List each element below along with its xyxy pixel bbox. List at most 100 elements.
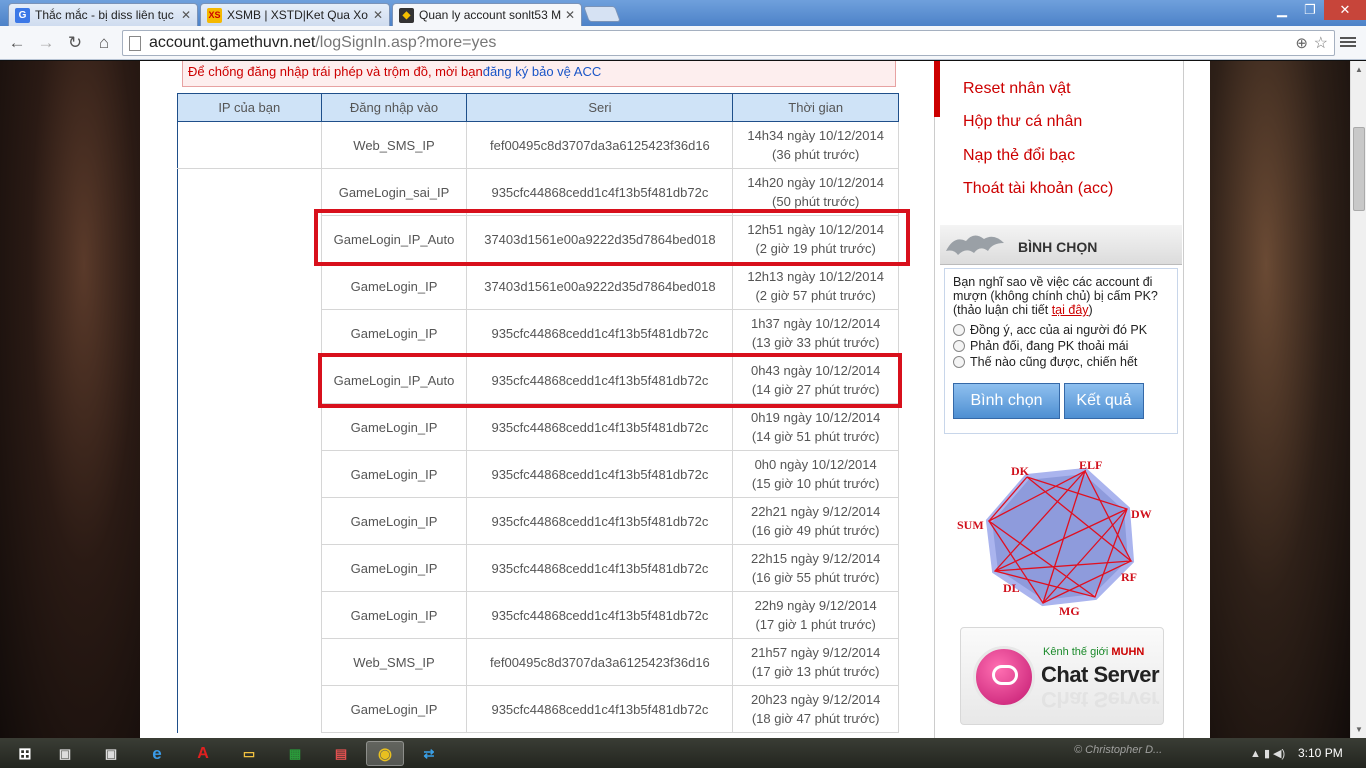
- cell-login-type: Web_SMS_IP: [320, 121, 467, 169]
- result-button[interactable]: Kết quả: [1064, 383, 1144, 419]
- scroll-up-icon[interactable]: ▲: [1355, 65, 1363, 74]
- system-tray-icons[interactable]: ▲ ▮ ◀): [1250, 747, 1285, 760]
- acrobat-icon[interactable]: A: [184, 741, 222, 766]
- class-label: DL: [1003, 581, 1020, 595]
- scroll-down-icon[interactable]: ▼: [1355, 725, 1363, 734]
- poll-option[interactable]: Phản đối, đang PK thoải mái: [953, 339, 1169, 353]
- address-bar[interactable]: account.gamethuvn.net/logSignIn.asp?more…: [122, 30, 1335, 56]
- cell-ip: [177, 215, 322, 263]
- chrome-menu-icon[interactable]: [1340, 35, 1356, 49]
- poll-discussion-link[interactable]: tại đây: [1052, 303, 1089, 317]
- sidebar-link-topup[interactable]: Nạp thẻ đổi bạc: [963, 147, 1075, 165]
- poll-option[interactable]: Thế nào cũng được, chiến hết: [953, 355, 1169, 369]
- cell-seri: 935cfc44868cedd1c4f13b5f481db72c: [466, 309, 733, 357]
- close-tab-icon[interactable]: ✕: [181, 8, 191, 22]
- internet-explorer-icon[interactable]: e: [138, 741, 176, 766]
- cell-login-type: GameLogin_IP: [320, 685, 467, 733]
- restore-icon[interactable]: ❐: [1296, 0, 1324, 20]
- task-view-icon[interactable]: ▣: [92, 741, 130, 766]
- file-explorer-icon[interactable]: ▭: [230, 741, 268, 766]
- login-time-ago: (16 giờ 55 phút trước): [751, 570, 880, 585]
- table-row: GameLogin_IP 935cfc44868cedd1c4f13b5f481d…: [177, 450, 899, 498]
- col-header-login: Đăng nhập vào: [320, 93, 468, 122]
- tab-title: Quan ly account sonlt53 M: [419, 8, 561, 22]
- tab-title: XSMB | XSTD|Ket Qua Xo S: [227, 8, 369, 22]
- page-scrollbar[interactable]: ▲ ▼: [1350, 61, 1366, 738]
- background-art-right: [1210, 61, 1350, 738]
- register-protection-link[interactable]: đăng ký bảo vệ ACC: [483, 64, 602, 79]
- login-time-ago: (14 giờ 51 phút trước): [751, 429, 880, 444]
- cell-time: 12h13 ngày 10/12/2014 (2 giờ 57 phút trướ…: [732, 262, 899, 310]
- login-time-ago: (36 phút trước): [772, 147, 860, 162]
- browser-tab-2[interactable]: XS XSMB | XSTD|Ket Qua Xo S ✕: [200, 3, 390, 26]
- cell-ip: [177, 168, 322, 216]
- login-time: 14h34 ngày 10/12/2014: [747, 128, 884, 143]
- reload-icon[interactable]: ↻: [64, 32, 86, 54]
- teamviewer-icon[interactable]: ⇄: [410, 741, 448, 766]
- xs-icon: XS: [207, 7, 222, 23]
- poll-question: Bạn nghĩ sao về việc các account đi mượn…: [953, 275, 1169, 317]
- chat-title: Chat Server: [1041, 662, 1160, 687]
- browser-tab-1[interactable]: G Thắc mắc - bị diss liên tục ✕: [8, 3, 198, 26]
- login-time-ago: (17 giờ 13 phút trước): [751, 664, 880, 679]
- cell-ip: [177, 121, 322, 169]
- cell-seri: 37403d1561e00a9222d35d7864bed018: [466, 262, 733, 310]
- browser-tab-3[interactable]: ◆ Quan ly account sonlt53 M ✕: [392, 3, 582, 26]
- calendar-app-icon[interactable]: ▤: [322, 741, 360, 766]
- minimize-icon[interactable]: ▁: [1268, 0, 1296, 20]
- login-time: 22h21 ngày 9/12/2014: [750, 504, 881, 519]
- cell-ip: [177, 591, 322, 639]
- sidebar-link-inbox[interactable]: Hộp thư cá nhân: [963, 113, 1082, 131]
- login-time-ago: (16 giờ 49 phút trước): [751, 523, 880, 538]
- vote-button[interactable]: Bình chọn: [953, 383, 1060, 419]
- login-time-ago: (15 giờ 10 phút trước): [751, 476, 880, 491]
- class-label: DK: [1011, 464, 1030, 478]
- desktop-switch-icon[interactable]: ▣: [46, 741, 84, 766]
- bookmark-star-icon[interactable]: ☆: [1314, 33, 1328, 53]
- notice-text: Để chống đăng nhập trái phép và trộm đồ,…: [188, 64, 483, 79]
- radio-button[interactable]: [953, 340, 965, 352]
- cell-seri: 935cfc44868cedd1c4f13b5f481db72c: [466, 544, 733, 592]
- sidebar-link-logout[interactable]: Thoát tài khoản (acc): [963, 180, 1113, 198]
- chat-server-banner[interactable]: Kênh thế giới MUHN Chat Server Chat Serv…: [960, 627, 1164, 725]
- cell-time: 22h9 ngày 9/12/2014 (17 giờ 1 phút trước): [732, 591, 899, 639]
- sidebar-accent-bar: [934, 61, 940, 117]
- table-row: GameLogin_IP 935cfc44868cedd1c4f13b5f481d…: [177, 685, 899, 733]
- login-time-ago: (13 giờ 33 phút trước): [751, 335, 880, 350]
- close-tab-icon[interactable]: ✕: [565, 8, 575, 22]
- login-time-ago: (17 giờ 1 phút trước): [755, 617, 876, 632]
- cell-seri: fef00495c8d3707da3a6125423f36d16: [466, 121, 733, 169]
- url-host: account.gamethuvn.net: [149, 34, 316, 51]
- taskbar-clock[interactable]: 3:10 PM: [1298, 746, 1343, 760]
- scrollbar-thumb[interactable]: [1353, 127, 1365, 211]
- close-tab-icon[interactable]: ✕: [373, 8, 383, 22]
- excel-icon[interactable]: ▦: [276, 741, 314, 766]
- cell-seri: 935cfc44868cedd1c4f13b5f481db72c: [466, 685, 733, 733]
- radio-button[interactable]: [953, 324, 965, 336]
- forward-icon[interactable]: →: [35, 32, 57, 54]
- chrome-icon[interactable]: ◉: [366, 741, 404, 766]
- windows-start-icon[interactable]: ⊞: [6, 741, 44, 766]
- back-icon[interactable]: ←: [6, 32, 28, 54]
- sidebar-link-reset[interactable]: Reset nhân vật: [963, 80, 1071, 98]
- cell-login-type: GameLogin_IP: [320, 309, 467, 357]
- page-icon: [129, 35, 141, 51]
- dragon-icon: [946, 235, 1004, 255]
- cell-time: 21h57 ngày 9/12/2014 (17 giờ 13 phút trướ…: [732, 638, 899, 686]
- cell-login-type: Web_SMS_IP: [320, 638, 467, 686]
- login-time-ago: (18 giờ 47 phút trước): [751, 711, 880, 726]
- chat-logo-icon: [973, 646, 1035, 708]
- home-icon[interactable]: ⌂: [93, 32, 115, 54]
- zoom-icon[interactable]: ⊕: [1295, 34, 1308, 52]
- cell-ip: [177, 497, 322, 545]
- cell-ip: [177, 685, 322, 733]
- close-window-icon[interactable]: ✕: [1324, 0, 1366, 20]
- new-tab-button[interactable]: [583, 6, 621, 22]
- poll-option-label: Đồng ý, acc của ai người đó PK: [970, 323, 1148, 337]
- tab-title: Thắc mắc - bị diss liên tục: [35, 8, 174, 22]
- game-icon: ◆: [399, 7, 414, 23]
- radio-button[interactable]: [953, 356, 965, 368]
- poll-option[interactable]: Đồng ý, acc của ai người đó PK: [953, 323, 1169, 337]
- cell-login-type: GameLogin_IP: [320, 544, 467, 592]
- login-time: 1h37 ngày 10/12/2014: [750, 316, 881, 331]
